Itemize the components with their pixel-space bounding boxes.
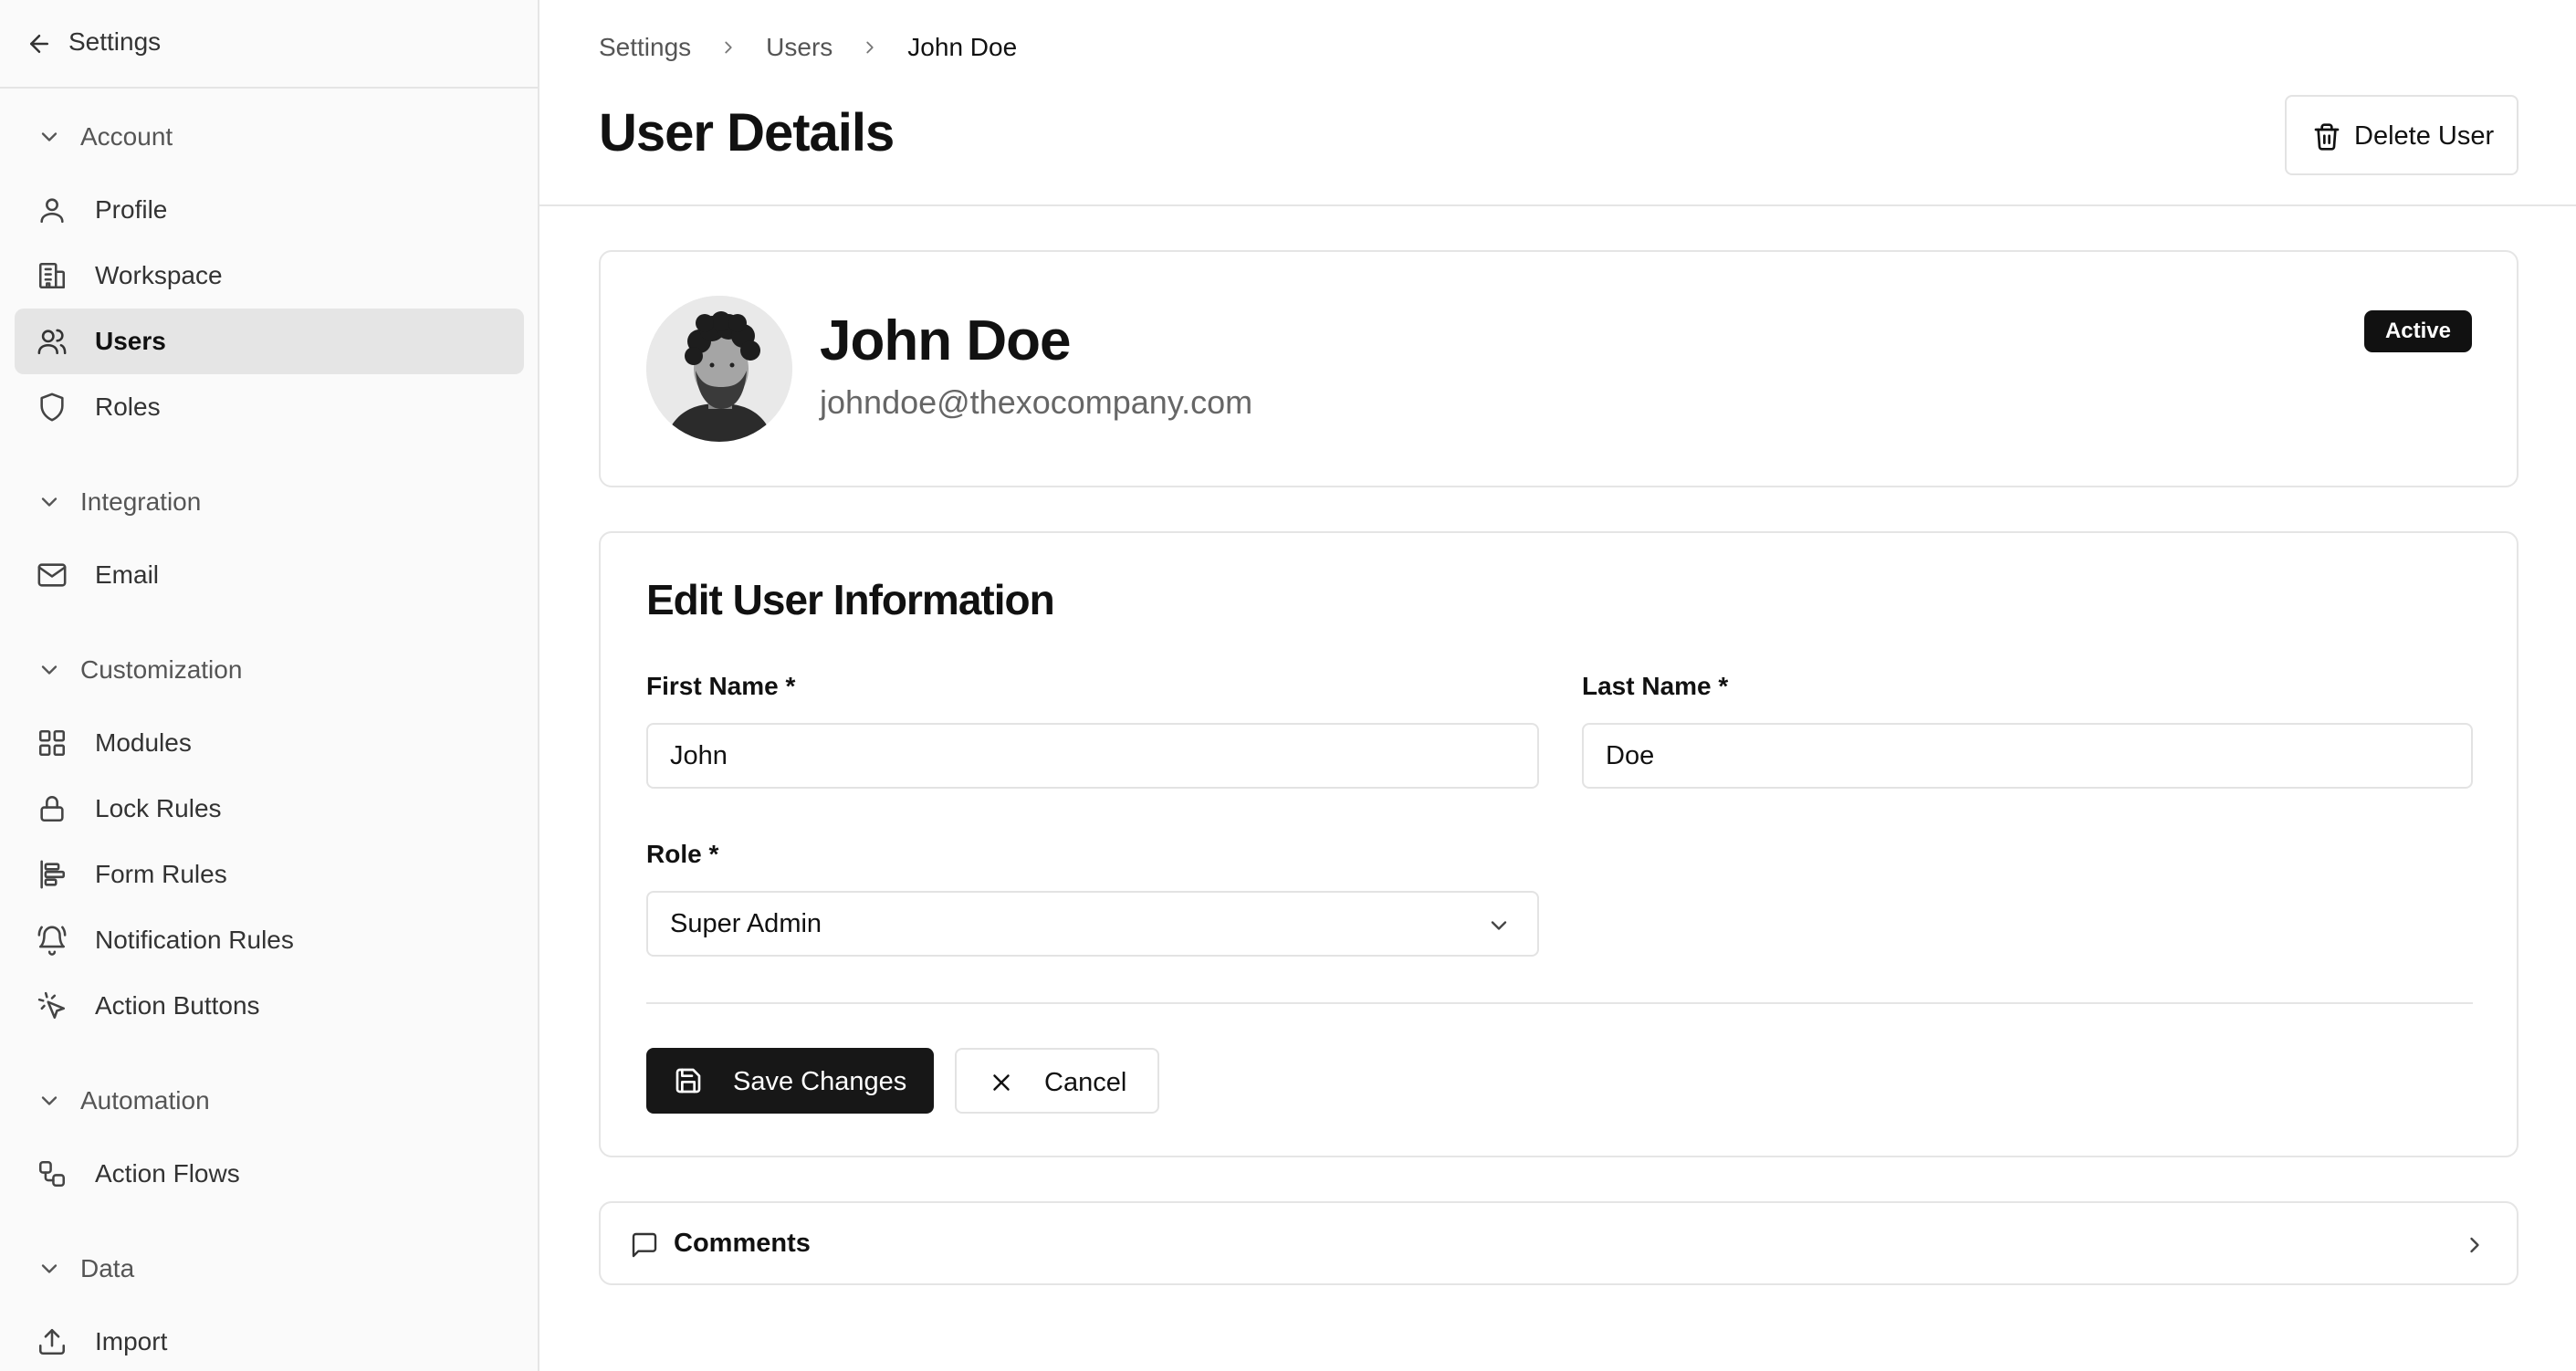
- upload-icon: [38, 1328, 66, 1355]
- breadcrumb-current: John Doe: [907, 33, 1018, 61]
- sidebar-item-label: Users: [95, 327, 166, 355]
- sidebar-item-action-buttons[interactable]: Action Buttons: [15, 973, 524, 1039]
- sidebar: Settings Account Profile Workspace Users…: [0, 0, 539, 1371]
- comments-section[interactable]: Comments: [599, 1201, 2518, 1285]
- grid-icon: [38, 729, 66, 757]
- role-select[interactable]: Super Admin: [646, 891, 1539, 957]
- sidebar-item-workspace[interactable]: Workspace: [15, 243, 524, 309]
- cancel-label: Cancel: [1044, 1068, 1127, 1097]
- avatar: [646, 296, 792, 442]
- chevron-down-icon: [41, 665, 58, 675]
- sidebar-group-label: Account: [80, 122, 173, 151]
- sidebar-item-label: Roles: [95, 392, 161, 421]
- sidebar-item-form-rules[interactable]: Form Rules: [15, 842, 524, 907]
- sidebar-item-label: Profile: [95, 195, 168, 224]
- save-icon: [675, 1068, 701, 1094]
- save-changes-label: Save Changes: [733, 1067, 907, 1096]
- align-left-icon: [40, 860, 66, 889]
- last-name-input[interactable]: [1582, 723, 2473, 789]
- shield-icon: [40, 392, 64, 422]
- sidebar-item-lock-rules[interactable]: Lock Rules: [15, 776, 524, 842]
- sidebar-group-data[interactable]: Data: [37, 1251, 134, 1287]
- delete-user-label: Delete User: [2354, 121, 2495, 151]
- sidebar-item-action-flows[interactable]: Action Flows: [15, 1141, 524, 1207]
- sidebar-item-label: Lock Rules: [95, 794, 222, 822]
- sidebar-item-label: Workspace: [95, 261, 223, 289]
- chevron-down-icon: [41, 132, 58, 141]
- cancel-button[interactable]: Cancel: [955, 1048, 1159, 1114]
- edit-section-title: Edit User Information: [646, 576, 1055, 623]
- sidebar-item-label: Email: [95, 560, 160, 589]
- chevron-down-icon: [1491, 921, 1507, 930]
- save-changes-button[interactable]: Save Changes: [646, 1048, 934, 1114]
- sidebar-item-label: Action Buttons: [95, 991, 260, 1020]
- sidebar-group-customization[interactable]: Customization: [37, 652, 242, 688]
- sidebar-group-automation[interactable]: Automation: [37, 1083, 210, 1119]
- chevron-right-icon: [725, 41, 732, 54]
- page-title: User Details: [599, 103, 895, 162]
- chevron-right-icon: [866, 41, 874, 54]
- sidebar-group-label: Data: [80, 1254, 135, 1282]
- profile-card: John Doe johndoe@thexocompany.com Active: [599, 250, 2518, 487]
- sidebar-back-link[interactable]: Settings: [0, 0, 538, 89]
- sidebar-group-label: Customization: [80, 655, 243, 684]
- sidebar-group-label: Automation: [80, 1086, 210, 1115]
- sidebar-item-email[interactable]: Email: [15, 542, 524, 608]
- role-select-value: Super Admin: [670, 908, 822, 938]
- sidebar-item-notification-rules[interactable]: Notification Rules: [15, 907, 524, 973]
- workflow-icon: [38, 1160, 66, 1188]
- sidebar-group-label: Integration: [80, 487, 202, 516]
- building-icon: [38, 262, 66, 289]
- status-badge: Active: [2364, 310, 2472, 352]
- avatar-portrait: [646, 296, 792, 442]
- trash-icon: [2314, 123, 2340, 151]
- breadcrumb-users[interactable]: Users: [766, 33, 832, 62]
- app-root: Settings Account Profile Workspace Users…: [0, 0, 2576, 1371]
- sidebar-item-label: Notification Rules: [95, 926, 294, 954]
- sidebar-item-users[interactable]: Users: [15, 309, 524, 374]
- sidebar-item-import[interactable]: Import: [15, 1309, 524, 1371]
- sidebar-item-label: Action Flows: [95, 1159, 240, 1188]
- sidebar-item-label: Import: [95, 1327, 168, 1355]
- profile-name: John Doe: [820, 309, 1071, 372]
- sidebar-item-profile[interactable]: Profile: [15, 177, 524, 243]
- arrow-left-icon: [30, 35, 48, 53]
- cursor-click-icon: [37, 991, 66, 1020]
- role-label: Role *: [646, 840, 719, 868]
- last-name-label: Last Name *: [1582, 672, 1729, 700]
- chevron-down-icon: [41, 497, 58, 507]
- chevron-down-icon: [41, 1096, 58, 1105]
- breadcrumb-settings[interactable]: Settings: [599, 33, 691, 62]
- sidebar-group-account[interactable]: Account: [37, 119, 173, 155]
- users-icon: [37, 329, 67, 355]
- mail-icon: [37, 563, 67, 587]
- breadcrumb: Settings Users John Doe: [599, 29, 1017, 66]
- edit-user-card: Edit User Information First Name * Last …: [599, 531, 2518, 1157]
- chevron-down-icon: [41, 1264, 58, 1273]
- close-icon: [993, 1074, 1010, 1091]
- first-name-input[interactable]: [646, 723, 1539, 789]
- user-icon: [40, 198, 64, 224]
- form-divider: [646, 1002, 2473, 1004]
- first-name-label: First Name *: [646, 672, 796, 700]
- chevron-right-icon: [2470, 1237, 2479, 1253]
- delete-user-button[interactable]: Delete User: [2285, 95, 2518, 175]
- sidebar-item-label: Form Rules: [95, 860, 227, 888]
- header-divider: [539, 204, 2576, 206]
- sidebar-item-roles[interactable]: Roles: [15, 374, 524, 440]
- sidebar-back-label: Settings: [68, 27, 162, 56]
- sidebar-item-modules[interactable]: Modules: [15, 710, 524, 776]
- profile-email: johndoe@thexocompany.com: [820, 383, 1253, 421]
- lock-icon: [40, 796, 64, 822]
- bell-icon: [37, 926, 67, 956]
- message-square-icon: [632, 1232, 657, 1258]
- comments-label: Comments: [674, 1229, 811, 1258]
- sidebar-item-label: Modules: [95, 728, 192, 757]
- sidebar-group-integration[interactable]: Integration: [37, 484, 201, 520]
